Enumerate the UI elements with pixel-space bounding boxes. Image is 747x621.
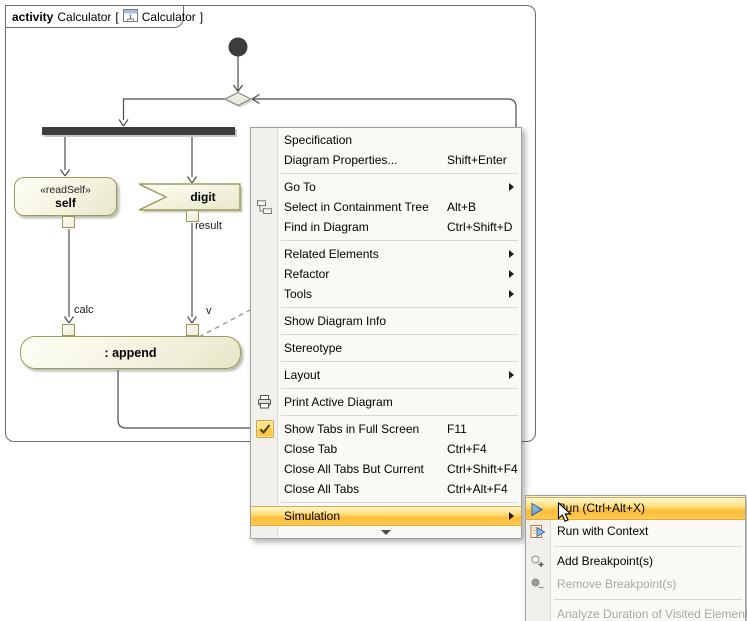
- submenu-arrow-icon: [509, 250, 514, 258]
- menu-separator: [554, 599, 742, 600]
- self-output-pin[interactable]: [62, 216, 75, 228]
- shortcut: Shift+Enter: [447, 150, 507, 170]
- menu-item-show-diagram-info[interactable]: Show Diagram Info: [251, 311, 521, 331]
- submenu-arrow-icon: [509, 290, 514, 298]
- append-calc-pin[interactable]: [62, 324, 75, 336]
- submenu-arrow-icon: [509, 512, 514, 520]
- menu-separator: [281, 388, 518, 389]
- submenu-arrow-icon: [509, 270, 514, 278]
- submenu-arrow-icon: [509, 371, 514, 379]
- menu-separator: [281, 173, 518, 174]
- menu-item-related-elements[interactable]: Related Elements: [251, 244, 521, 264]
- shortcut: Ctrl+Shift+F4: [447, 459, 518, 479]
- menu-separator: [554, 546, 742, 547]
- shortcut: Ctrl+Shift+D: [447, 217, 512, 237]
- menu-separator: [281, 240, 518, 241]
- digit-node-label[interactable]: digit: [166, 184, 240, 210]
- append-action-node[interactable]: : append: [20, 336, 241, 369]
- diagram-name: Calculator: [142, 10, 196, 24]
- menu-item-close-tab[interactable]: Close Tab Ctrl+F4: [251, 439, 521, 459]
- open-bracket: [: [115, 10, 118, 24]
- read-self-action-node[interactable]: «readSelf» self: [14, 177, 117, 216]
- printer-icon: [256, 394, 273, 416]
- menu-item-layout[interactable]: Layout: [251, 365, 521, 385]
- menu-separator: [281, 307, 518, 308]
- menu-separator: [281, 334, 518, 335]
- menu-item-print-active-diagram[interactable]: Print Active Diagram: [251, 392, 521, 412]
- menu-item-tools[interactable]: Tools: [251, 284, 521, 304]
- menu-item-stereotype[interactable]: Stereotype: [251, 338, 521, 358]
- mouse-cursor: [557, 502, 572, 529]
- append-v-pin[interactable]: [186, 324, 199, 336]
- application-canvas: activity Calculator [ Calculator ]: [0, 0, 747, 621]
- pin-label-v: v: [206, 305, 212, 317]
- menu-item-select-in-containment-tree[interactable]: Select in Containment Tree Alt+B: [251, 197, 521, 217]
- menu-separator: [281, 502, 518, 503]
- diagram-type-icon: [123, 8, 138, 26]
- pin-label-result: result: [195, 220, 222, 232]
- diagram-kind-label: activity: [12, 10, 53, 24]
- menu-item-simulation[interactable]: Simulation: [251, 506, 521, 526]
- shortcut: Alt+B: [447, 197, 476, 217]
- menu-scroll-down[interactable]: [251, 526, 521, 538]
- pin-label-calc: calc: [74, 304, 94, 316]
- menu-separator: [281, 361, 518, 362]
- read-self-stereotype: «readSelf»: [40, 184, 91, 196]
- run-with-context-icon: [530, 524, 546, 547]
- menu-item-go-to[interactable]: Go To: [251, 177, 521, 197]
- submenu-item-add-breakpoints[interactable]: Add Breakpoint(s): [526, 550, 745, 573]
- menu-item-close-all-tabs-but-current[interactable]: Close All Tabs But Current Ctrl+Shift+F4: [251, 459, 521, 479]
- menu-item-diagram-properties[interactable]: Diagram Properties... Shift+Enter: [251, 150, 521, 170]
- shortcut: Ctrl+Alt+F4: [447, 479, 508, 499]
- menu-item-specification[interactable]: Specification: [251, 130, 521, 150]
- close-bracket: ]: [200, 10, 203, 24]
- remove-breakpoint-icon: [530, 577, 545, 600]
- menu-item-show-tabs-in-full-screen[interactable]: Show Tabs in Full Screen F11: [251, 419, 521, 439]
- submenu-item-remove-breakpoints: Remove Breakpoint(s): [526, 573, 745, 596]
- diagram-context-name: Calculator: [57, 10, 111, 24]
- read-self-name: self: [55, 196, 76, 210]
- menu-item-refactor[interactable]: Refactor: [251, 264, 521, 284]
- submenu-item-analyze-duration: Analyze Duration of Visited Elements: [526, 603, 745, 621]
- menu-separator: [281, 415, 518, 416]
- submenu-arrow-icon: [509, 183, 514, 191]
- shortcut: F11: [447, 419, 467, 439]
- scroll-down-icon: [381, 530, 391, 535]
- menu-item-close-all-tabs[interactable]: Close All Tabs Ctrl+Alt+F4: [251, 479, 521, 499]
- diagram-frame-header[interactable]: activity Calculator [ Calculator ]: [5, 5, 184, 28]
- shortcut: Ctrl+F4: [447, 439, 487, 459]
- menu-item-find-in-diagram[interactable]: Find in Diagram Ctrl+Shift+D: [251, 217, 521, 237]
- context-menu: Specification Diagram Properties... Shif…: [250, 127, 522, 539]
